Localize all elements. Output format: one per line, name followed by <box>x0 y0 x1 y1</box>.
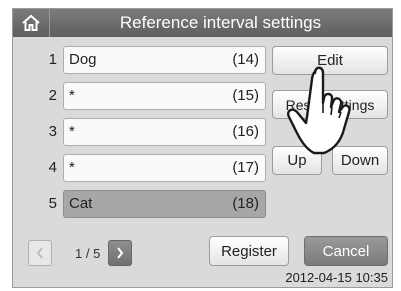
row-number: 2 <box>48 87 57 104</box>
reset-settings-button[interactable]: Reset settings <box>272 90 388 119</box>
row-item[interactable]: Dog (14) <box>63 46 266 74</box>
chevron-left-icon <box>36 247 43 259</box>
row-count: (18) <box>232 195 259 212</box>
row-name: * <box>69 159 75 176</box>
register-button[interactable]: Register <box>209 236 289 266</box>
prev-page-button[interactable] <box>28 240 52 266</box>
row-number: 3 <box>48 123 57 140</box>
page-indicator: 1 / 5 <box>75 246 101 261</box>
up-button[interactable]: Up <box>272 146 322 175</box>
down-button[interactable]: Down <box>332 146 388 175</box>
list-row-2[interactable]: 2 * (15) <box>13 79 270 113</box>
row-name: * <box>69 123 75 140</box>
status-datetime: 2012-04-15 10:35 <box>285 270 388 285</box>
row-item[interactable]: * (16) <box>63 118 266 146</box>
row-number: 4 <box>48 159 57 176</box>
page-title: Reference interval settings <box>119 13 322 32</box>
row-count: (15) <box>232 87 259 104</box>
chevron-right-icon <box>117 247 124 259</box>
row-number: 5 <box>48 195 57 212</box>
title-bar: Reference interval settings <box>13 9 392 37</box>
list-row-5[interactable]: 5 Cat (18) <box>13 187 270 221</box>
cancel-button[interactable]: Cancel <box>304 236 388 266</box>
home-button[interactable] <box>13 9 50 37</box>
row-item-selected[interactable]: Cat (18) <box>63 190 266 218</box>
row-name: Dog <box>69 51 97 68</box>
list-row-1[interactable]: 1 Dog (14) <box>13 43 270 77</box>
list-row-3[interactable]: 3 * (16) <box>13 115 270 149</box>
device-screen: Reference interval settings 1 Dog (14) 2… <box>12 8 393 288</box>
list-row-4[interactable]: 4 * (17) <box>13 151 270 185</box>
row-item[interactable]: * (17) <box>63 154 266 182</box>
row-count: (16) <box>232 123 259 140</box>
row-count: (14) <box>232 51 259 68</box>
row-name: * <box>69 87 75 104</box>
row-number: 1 <box>48 51 57 68</box>
row-name: Cat <box>69 195 93 212</box>
edit-button[interactable]: Edit <box>272 46 388 75</box>
row-item[interactable]: * (15) <box>63 82 266 110</box>
next-page-button[interactable] <box>108 240 132 266</box>
row-count: (17) <box>232 159 259 176</box>
home-icon <box>22 14 40 31</box>
